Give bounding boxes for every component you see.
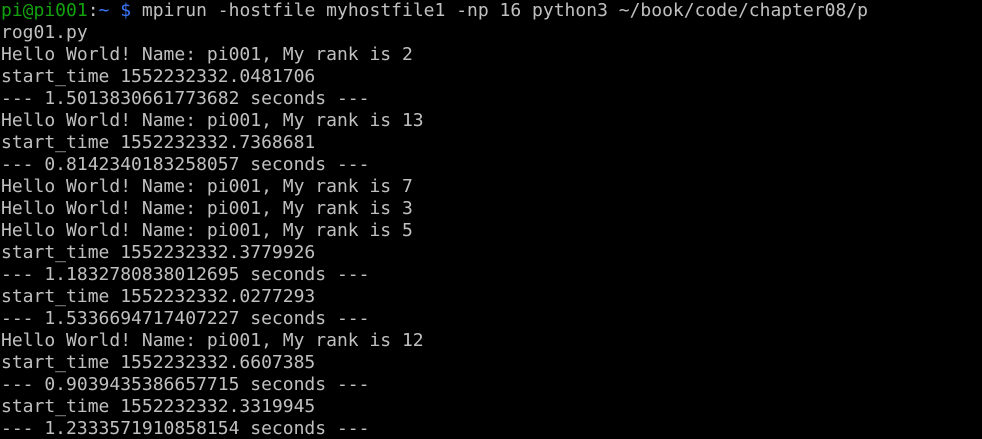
output-line: Hello World! Name: pi001, My rank is 7	[1, 176, 413, 197]
output-line: start_time 1552232332.0481706	[1, 66, 316, 87]
output-line: start_time 1552232332.3319945	[1, 396, 316, 417]
prompt-symbol: $	[120, 0, 132, 21]
output-line: start_time 1552232332.7368681	[1, 132, 316, 153]
terminal-window[interactable]: pi@pi001:~ $ mpirun -hostfile myhostfile…	[0, 0, 982, 439]
command-text: mpirun -hostfile myhostfile1 -np 16 pyth…	[141, 0, 868, 21]
output-line: Hello World! Name: pi001, My rank is 5	[1, 220, 413, 241]
output-line: --- 1.1832780838012695 seconds ---	[1, 264, 370, 285]
prompt-line: pi@pi001:~ $ mpirun -hostfile myhostfile…	[1, 0, 982, 22]
output-line: start_time 1552232332.0277293	[1, 286, 316, 307]
output-line: --- 1.5013830661773682 seconds ---	[1, 88, 370, 109]
output-line: Hello World! Name: pi001, My rank is 12	[1, 330, 424, 351]
output-line: start_time 1552232332.3779926	[1, 242, 316, 263]
output-line: rog01.py	[1, 22, 88, 43]
output-line: --- 0.9039435386657715 seconds ---	[1, 374, 370, 395]
output-line: --- 1.2333571910858154 seconds ---	[1, 418, 370, 439]
output-line: Hello World! Name: pi001, My rank is 2	[1, 44, 413, 65]
prompt-separator: :	[87, 0, 99, 21]
prompt-user-host: pi@pi001	[1, 0, 88, 21]
output-line: Hello World! Name: pi001, My rank is 3	[1, 198, 413, 219]
output-line: --- 1.5336694717407227 seconds ---	[1, 308, 370, 329]
output-line: --- 0.8142340183258057 seconds ---	[1, 154, 370, 175]
output-line: start_time 1552232332.6607385	[1, 352, 316, 373]
prompt-cwd: ~	[98, 0, 110, 21]
output-line: Hello World! Name: pi001, My rank is 13	[1, 110, 424, 131]
